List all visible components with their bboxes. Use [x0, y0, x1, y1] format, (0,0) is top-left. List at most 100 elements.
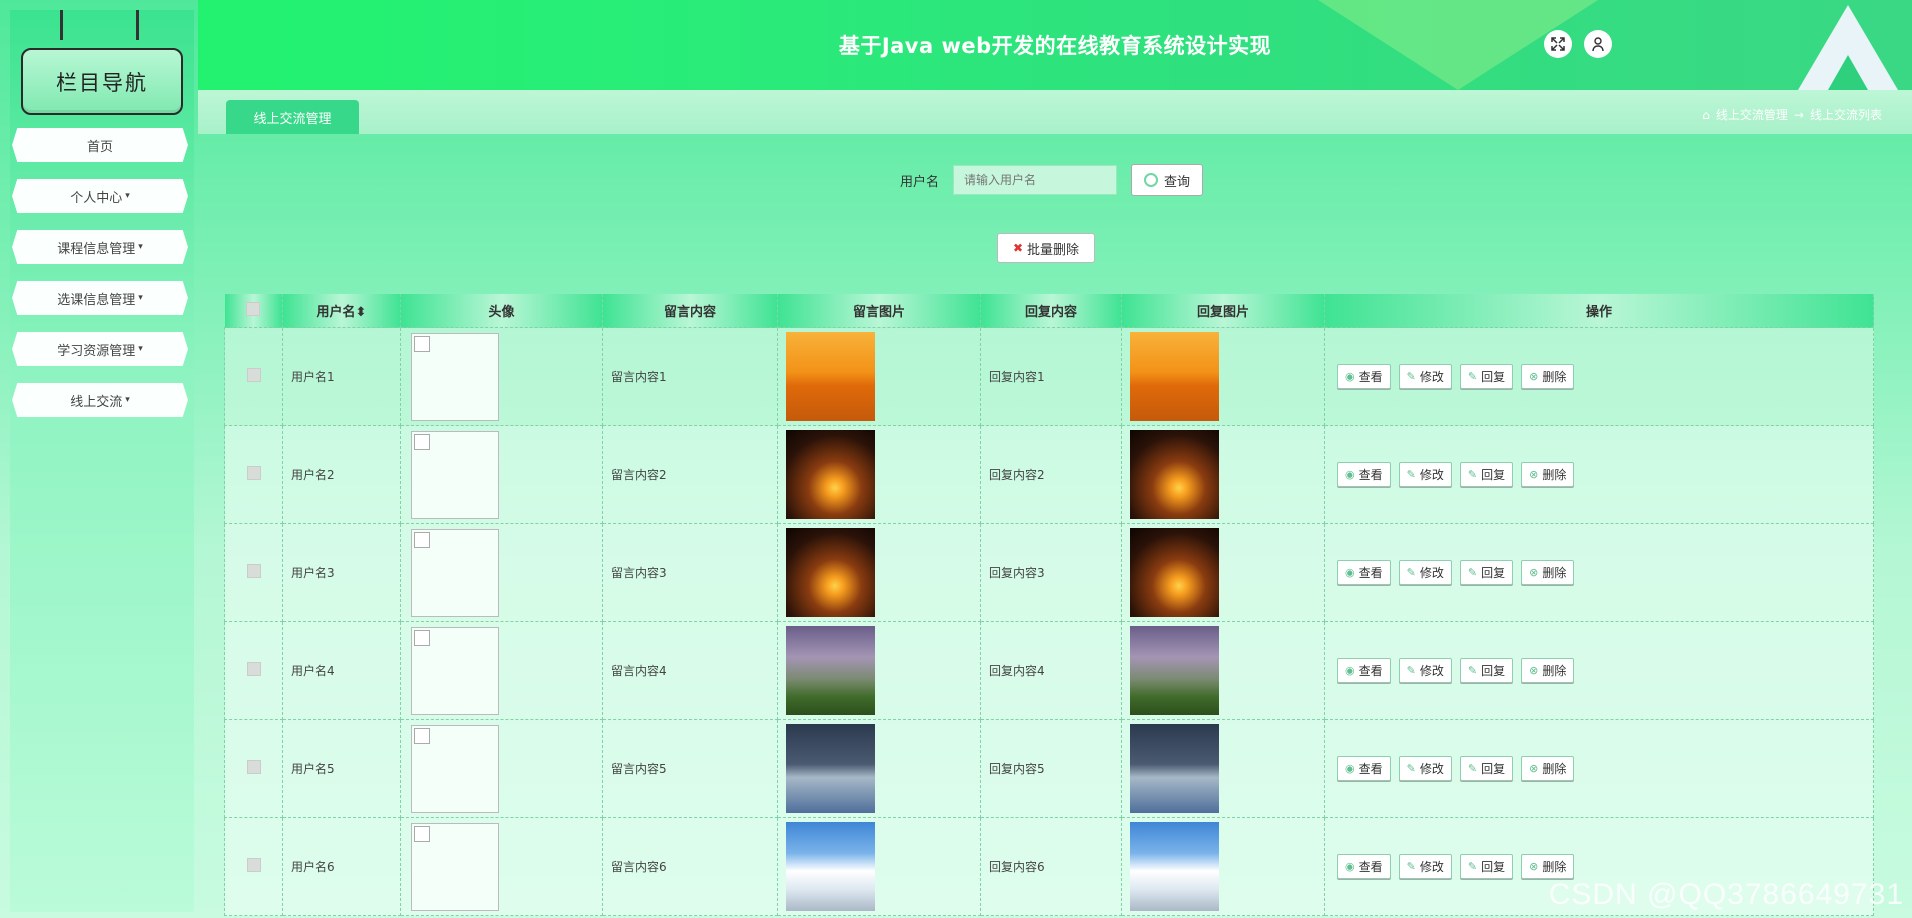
reply-cell: 回复内容3	[980, 523, 1122, 622]
view-label: 查看	[1358, 860, 1383, 874]
reply-button[interactable]: ✎ 回复	[1459, 756, 1514, 781]
breadcrumb-separator: →	[1793, 107, 1804, 122]
avatar-cell	[400, 523, 603, 622]
reply-image-cell	[1121, 621, 1325, 720]
row-checkbox[interactable]	[246, 760, 261, 774]
search-icon	[1144, 173, 1158, 187]
delete-button[interactable]: ⊗ 删除	[1521, 364, 1575, 389]
reply-label: 回复	[1481, 566, 1506, 580]
delete-button[interactable]: ⊗ 删除	[1521, 756, 1575, 781]
edit-button[interactable]: ✎ 修改	[1398, 364, 1452, 389]
app-title: 基于Java web开发的在线教育系统设计实现	[838, 34, 1272, 58]
home-icon[interactable]: ⌂	[1702, 108, 1710, 122]
sidebar-item-online-exchange[interactable]: 线上交流 ▾	[12, 383, 188, 417]
search-label: 用户名	[900, 174, 940, 190]
breadcrumb-item[interactable]: 线上交流管理	[1716, 106, 1788, 123]
delete-label: 删除	[1542, 762, 1567, 776]
column-header-message: 留言内容	[602, 294, 778, 328]
search-input[interactable]	[953, 165, 1118, 195]
reply-button[interactable]: ✎ 回复	[1459, 658, 1514, 683]
breadcrumb-current: 线上交流列表	[1809, 108, 1882, 122]
eye-icon: ◉	[1345, 860, 1355, 873]
edit-button[interactable]: ✎ 修改	[1398, 854, 1452, 879]
view-button[interactable]: ◉ 查看	[1337, 658, 1391, 683]
delete-button[interactable]: ⊗ 删除	[1521, 462, 1575, 487]
row-checkbox[interactable]	[246, 466, 261, 480]
sidebar-title: 栏目导航	[21, 48, 183, 115]
actions-cell: ◉ 查看 ✎ 修改 ✎ 回复 ⊗ 删除	[1324, 621, 1874, 720]
row-checkbox[interactable]	[246, 858, 261, 872]
message-image-cell	[777, 621, 981, 720]
avatar-broken-image	[411, 626, 499, 715]
column-header-username[interactable]: 用户名⬍	[282, 294, 401, 328]
edit-label: 修改	[1419, 370, 1444, 384]
username-cell: 用户名3	[282, 523, 401, 622]
reply-cell: 回复内容4	[980, 621, 1122, 720]
message-image	[786, 430, 875, 519]
message-image	[786, 332, 875, 421]
edit-button[interactable]: ✎ 修改	[1398, 462, 1452, 487]
avatar-cell	[400, 425, 603, 524]
sidebar-item-home[interactable]: 首页	[12, 128, 188, 162]
view-label: 查看	[1358, 370, 1383, 384]
reply-image-cell	[1121, 523, 1325, 622]
reply-button[interactable]: ✎ 回复	[1459, 364, 1514, 389]
reply-image-cell	[1121, 719, 1325, 818]
search-bar: 用户名 查询	[900, 164, 1204, 196]
caret-down-icon: ▾	[125, 191, 130, 201]
delete-button[interactable]: ⊗ 删除	[1521, 854, 1575, 879]
sidebar-item-learning-resources[interactable]: 学习资源管理 ▾	[12, 332, 188, 366]
sidebar-item-course-info[interactable]: 课程信息管理 ▾	[12, 230, 188, 264]
row-checkbox[interactable]	[246, 662, 261, 676]
search-button[interactable]: 查询	[1131, 164, 1204, 196]
eye-icon: ◉	[1345, 468, 1355, 481]
view-button[interactable]: ◉ 查看	[1337, 462, 1391, 487]
delete-button[interactable]: ⊗ 删除	[1521, 658, 1575, 683]
view-button[interactable]: ◉ 查看	[1337, 364, 1391, 389]
reply-image	[1130, 332, 1219, 421]
username-cell: 用户名2	[282, 425, 401, 524]
pencil-icon: ✎	[1467, 860, 1478, 873]
reply-button[interactable]: ✎ 回复	[1459, 462, 1514, 487]
view-button[interactable]: ◉ 查看	[1337, 560, 1391, 585]
view-label: 查看	[1358, 566, 1383, 580]
delete-label: 删除	[1542, 370, 1567, 384]
eye-icon: ◉	[1345, 566, 1355, 579]
sort-icon[interactable]: ⬍	[356, 305, 367, 320]
message-cell: 留言内容4	[602, 621, 778, 720]
delete-button[interactable]: ⊗ 删除	[1521, 560, 1575, 585]
username-cell: 用户名6	[282, 817, 401, 916]
table-row: 用户名2 留言内容2 回复内容2 ◉ 查看 ✎ 修改 ✎ 回复 ⊗ 删除	[224, 425, 1874, 524]
row-checkbox[interactable]	[246, 564, 261, 578]
eye-icon: ◉	[1345, 762, 1355, 775]
fullscreen-button[interactable]	[1544, 30, 1572, 58]
select-all-checkbox[interactable]	[246, 301, 261, 316]
view-button[interactable]: ◉ 查看	[1337, 854, 1391, 879]
reply-cell: 回复内容6	[980, 817, 1122, 916]
batch-delete-button[interactable]: ✖ 批量删除	[997, 233, 1095, 263]
sidebar-item-label: 课程信息管理	[57, 241, 136, 257]
reply-image	[1130, 822, 1219, 911]
table-row: 用户名3 留言内容3 回复内容3 ◉ 查看 ✎ 修改 ✎ 回复 ⊗ 删除	[224, 523, 1874, 622]
row-select-cell	[224, 425, 283, 524]
reply-button[interactable]: ✎ 回复	[1459, 560, 1514, 585]
header-decoration	[1828, 55, 1868, 90]
sidebar-item-enrollment-info[interactable]: 选课信息管理 ▾	[12, 281, 188, 315]
actions-cell: ◉ 查看 ✎ 修改 ✎ 回复 ⊗ 删除	[1324, 425, 1874, 524]
avatar-broken-image	[411, 724, 499, 813]
edit-label: 修改	[1419, 860, 1444, 874]
edit-button[interactable]: ✎ 修改	[1398, 756, 1452, 781]
edit-button[interactable]: ✎ 修改	[1398, 560, 1452, 585]
select-all-cell	[224, 294, 283, 328]
avatar-cell	[400, 327, 603, 426]
user-button[interactable]	[1584, 30, 1612, 58]
row-checkbox[interactable]	[246, 368, 261, 382]
view-button[interactable]: ◉ 查看	[1337, 756, 1391, 781]
view-label: 查看	[1358, 468, 1383, 482]
edit-button[interactable]: ✎ 修改	[1398, 658, 1452, 683]
tab-online-exchange-management[interactable]: 线上交流管理	[226, 100, 359, 134]
sidebar-menu: 首页 个人中心 ▾ 课程信息管理 ▾ 选课信息管理 ▾ 学习资源管理 ▾ 线上交流 ▾	[10, 128, 194, 434]
reply-button[interactable]: ✎ 回复	[1459, 854, 1514, 879]
message-image	[786, 724, 875, 813]
sidebar-item-personal-center[interactable]: 个人中心 ▾	[12, 179, 188, 213]
